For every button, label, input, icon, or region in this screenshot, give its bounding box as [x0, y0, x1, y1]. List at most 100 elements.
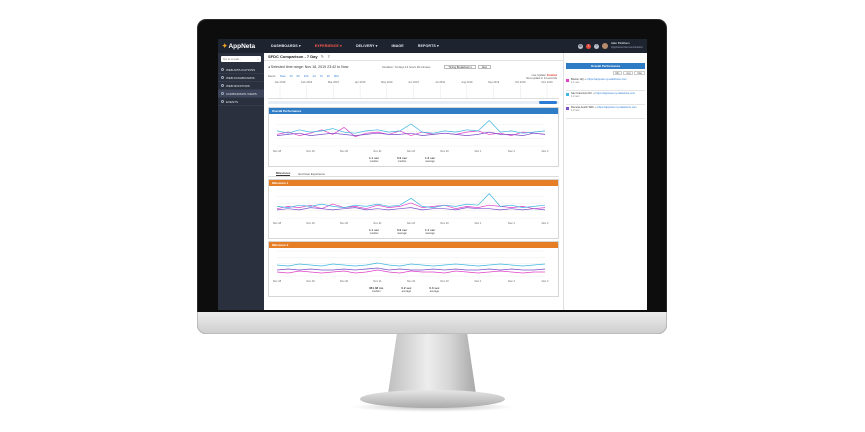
share-icon[interactable]: ⇪ [327, 54, 330, 59]
sidebar-item-comparison-views[interactable]: COMPARISON VIEWS [218, 90, 264, 98]
nav-experience[interactable]: EXPERIENCE ▾ [308, 44, 349, 48]
timeline-tick-label: Jul 2019 [435, 80, 445, 84]
series-line [276, 269, 545, 274]
x-tick-label: Dec 2 [508, 279, 515, 283]
milestone-2-chart[interactable]: Nov 18 Nov 19 Nov 20 Nov 21 Nov 22 Nov 23 Dec … [269, 248, 559, 284]
duration-text: Duration: 7d days 12 hours 29 minutes [382, 64, 431, 69]
x-tick-label: Nov 23 [440, 149, 449, 153]
breakdown-select[interactable]: Timing Breakdown ▾ [444, 64, 476, 69]
x-tick-label: Nov 18 [273, 279, 282, 283]
series-line [276, 207, 546, 211]
appneta-logo-icon: ✦ [222, 43, 228, 50]
stat: 0.9 sec median [397, 156, 407, 163]
sidebar: Go to a web... ⌕ WEB APPLICATIONS WEB DAS… [218, 53, 264, 310]
series-swatch [566, 92, 569, 96]
user-menu[interactable]: Alan Pinkham AppNeta Demonstration [611, 42, 643, 49]
milestone-1-chart[interactable]: Nov 18 Nov 19 Nov 20 Nov 21 Nov 22 Nov 23 Dec … [269, 186, 559, 226]
app-icon [221, 68, 224, 71]
selected-time-range[interactable]: ◂ Selected time range: Nov 18, 2019 23:4… [268, 65, 348, 69]
legend-title: Overall Performance [566, 63, 645, 69]
nav-delivery[interactable]: DELIVERY ▾ [349, 44, 385, 48]
app-logo[interactable]: ✦ AppNeta [218, 39, 264, 53]
x-tick-label: Dec 3 [542, 221, 549, 225]
timeline-navigator[interactable]: Jan 2019 Feb 2019 Mar 2019 Apr 2019 May 2019… [268, 79, 559, 99]
sidebar-item-events[interactable]: EVENTS [218, 98, 264, 106]
legend-row[interactable]: Remote Austin WiFi ⇒ https://appneta.my.… [566, 105, 645, 119]
nav-image[interactable]: IMAGE [385, 44, 411, 48]
series-value: 1.2 sec [571, 109, 580, 113]
x-tick-label: Nov 19 [306, 221, 315, 225]
sidebar-search-input[interactable]: Go to a web... ⌕ [221, 56, 261, 62]
monitor-stand-base [360, 390, 505, 408]
overall-performance-chart[interactable]: Nov 18 Nov 19 Nov 20 Nov 21 Nov 22 Nov 23 Dec … [269, 114, 559, 154]
sidebar-item-web-monitors[interactable]: WEB MONITORS [218, 82, 264, 90]
zoom-option[interactable]: 6h [297, 74, 300, 78]
series-line [276, 267, 546, 271]
stat-label: median [397, 160, 407, 163]
x-tick-label: Nov 19 [306, 279, 315, 283]
stat: 1.1 sec median [369, 156, 379, 163]
user-org: AppNeta Demonstration [610, 45, 643, 49]
zoom-option[interactable]: 30d [334, 74, 339, 78]
stat: 1.1 sec average [425, 228, 435, 235]
tab-min[interactable]: Min [612, 71, 623, 75]
edit-icon[interactable]: ✎ [321, 54, 324, 59]
zoom-option[interactable]: 1d [312, 74, 315, 78]
series-value: 1.2 sec [571, 95, 580, 99]
tab-max[interactable]: Max [634, 71, 645, 75]
legend-label: Boston HQ ⇒ https://appneta.my.salesforc… [571, 78, 627, 85]
timeline-tick-label: Aug 2019 [461, 80, 473, 84]
series-url[interactable]: https://appneta.my.salesforce.com [587, 78, 626, 81]
settings-icon[interactable]: ⚙ [577, 43, 583, 49]
zoom-row: Zoom: Now 1h 6h 12h 1d 7d 1h 30d [264, 72, 563, 79]
timeline-tick-label: Oct 2019 [515, 80, 526, 84]
stat: 381.38 ms median [369, 286, 383, 293]
end-time-select[interactable]: Now [477, 64, 491, 69]
zoom-option[interactable]: 1h [327, 74, 330, 78]
tab-end-user-experience[interactable]: End User Experience [298, 172, 324, 176]
timeline-tick-label: May 2019 [381, 80, 393, 84]
timeline-tick-label: Mar 2019 [328, 80, 340, 84]
stat-label: median [371, 290, 381, 293]
scrollbar-thumb[interactable] [539, 101, 557, 104]
stat: 1.3 sec average [425, 156, 435, 163]
zoom-option[interactable]: 1h [290, 74, 293, 78]
x-tick-label: Nov 21 [373, 221, 382, 225]
stat-label: average [425, 232, 435, 235]
tab-avg[interactable]: Avg [623, 71, 634, 75]
x-tick-label: Dec 3 [542, 149, 549, 153]
sidebar-item-web-applications[interactable]: WEB APPLICATIONS [218, 66, 264, 74]
timeline-tick-label: Sep 2019 [488, 80, 500, 84]
series-line [276, 127, 546, 138]
page-title-text: SFDC Comparison - 7 Day [268, 54, 318, 59]
series-value: 1.1 sec [571, 81, 580, 85]
series-swatch [566, 78, 569, 82]
top-nav: ✦ AppNeta DASHBOARDS ▾ EXPERIENCE ▾ DELIV… [218, 39, 647, 53]
timeline-scrollbar[interactable] [268, 101, 559, 104]
legend-row[interactable]: Boston HQ ⇒ https://appneta.my.salesforc… [566, 77, 645, 91]
tab-milestones[interactable]: Milestones [276, 171, 291, 176]
help-icon[interactable]: ? [593, 43, 599, 49]
screen: ✦ AppNeta DASHBOARDS ▾ EXPERIENCE ▾ DELIV… [218, 39, 647, 310]
x-tick-label: Dec 3 [542, 279, 549, 283]
nav-dashboards[interactable]: DASHBOARDS ▾ [264, 44, 308, 48]
stat: 1.1 sec median [369, 228, 379, 235]
zoom-option[interactable]: 7d [320, 74, 323, 78]
x-tick-label: Nov 19 [306, 149, 315, 153]
avatar[interactable] [601, 43, 608, 49]
notification-icon[interactable]: ! [585, 43, 591, 49]
series-url[interactable]: https://appneta.my.salesforce.com [596, 92, 635, 95]
search-icon: ⌕ [257, 57, 259, 61]
sidebar-item-web-dashboards[interactable]: WEB DASHBOARDS [218, 74, 264, 82]
series-url[interactable]: https://appneta.my.salesforce.com [597, 106, 636, 109]
legend-row[interactable]: San Francisco DC ⇒ https://appneta.my.sa… [566, 91, 645, 105]
zoom-option[interactable]: 12h [304, 74, 309, 78]
stat-label: average [429, 290, 440, 293]
zoom-option[interactable]: Now [280, 74, 286, 78]
sidebar-item-label: WEB MONITORS [226, 83, 250, 88]
series-line [276, 193, 546, 208]
x-tick-label: Nov 22 [407, 149, 416, 153]
monitor-icon [221, 84, 224, 87]
nav-reports[interactable]: REPORTS ▾ [411, 44, 446, 48]
x-tick-label: Nov 23 [440, 221, 449, 225]
